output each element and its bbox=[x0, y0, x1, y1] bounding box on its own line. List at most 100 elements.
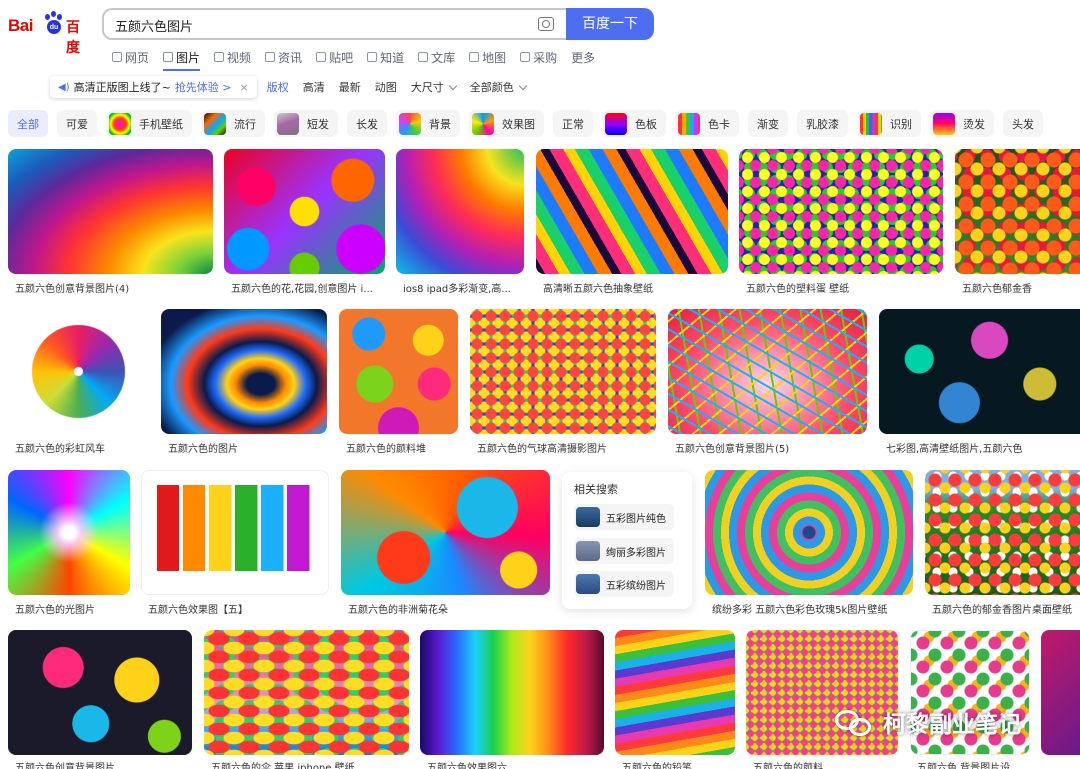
tag-label: 识别 bbox=[890, 117, 912, 131]
tab-label: 网页 bbox=[125, 50, 150, 65]
tag-short-hair[interactable]: 短发 bbox=[274, 110, 338, 137]
result-card[interactable]: 五颜六色的颜料堆 bbox=[339, 309, 458, 459]
tag-cute[interactable]: 可爱 bbox=[57, 110, 97, 137]
result-card[interactable]: 五颜六色的花,花园,创意图片 i... bbox=[224, 149, 385, 299]
tag-normal[interactable]: 正常 bbox=[553, 110, 593, 137]
result-card[interactable]: 五颜六色创意背景图片(5) bbox=[668, 309, 867, 459]
tag-gradient[interactable]: 渐变 bbox=[748, 110, 788, 137]
related-item[interactable]: 绚丽多彩图片 bbox=[574, 538, 674, 564]
result-card[interactable] bbox=[1041, 630, 1080, 769]
result-image[interactable] bbox=[8, 309, 149, 434]
notice-link[interactable]: 抢先体验 > bbox=[175, 79, 232, 95]
tab-news[interactable]: 资讯 bbox=[265, 47, 302, 67]
result-image[interactable] bbox=[204, 630, 409, 755]
filter-animated[interactable]: 动图 bbox=[375, 79, 397, 95]
result-card[interactable]: 五颜六色创意背景图片 bbox=[8, 630, 192, 769]
result-image[interactable] bbox=[879, 309, 1080, 434]
tab-web[interactable]: 网页 bbox=[112, 47, 149, 67]
tag-effect[interactable]: 效果图 bbox=[469, 110, 544, 137]
related-item[interactable]: 五彩缤纷图片 bbox=[574, 571, 674, 597]
result-card[interactable]: 五颜六色的光图片 bbox=[8, 470, 130, 620]
result-image[interactable] bbox=[339, 309, 458, 434]
tab-images[interactable]: 图片 bbox=[163, 47, 201, 71]
tag-background[interactable]: 背景 bbox=[396, 110, 460, 137]
tab-map[interactable]: 地图 bbox=[469, 47, 506, 67]
result-caption: 五颜六色 背景图片设 bbox=[917, 763, 1011, 769]
result-image[interactable] bbox=[420, 630, 604, 755]
result-image[interactable] bbox=[955, 149, 1080, 274]
result-image[interactable] bbox=[668, 309, 867, 434]
result-card[interactable]: 五颜六色的气球高清摄影图片 bbox=[470, 309, 656, 459]
filter-copyright[interactable]: 版权 bbox=[267, 79, 289, 95]
filter-latest[interactable]: 最新 bbox=[339, 79, 361, 95]
filter-color[interactable]: 全部颜色 bbox=[470, 79, 527, 95]
result-card[interactable]: 五颜六色效果图【五】 bbox=[141, 470, 329, 620]
tag-latex-paint[interactable]: 乳胶漆 bbox=[797, 110, 848, 137]
result-card[interactable]: 高清晰五颜六色抽象壁纸 bbox=[536, 149, 728, 299]
tag-color-card[interactable]: 色卡 bbox=[675, 110, 739, 137]
result-image[interactable] bbox=[341, 470, 550, 595]
result-card[interactable]: ios8 ipad多彩渐变,高... bbox=[396, 149, 524, 299]
tab-zhidao[interactable]: 知道 bbox=[367, 47, 404, 67]
result-image[interactable] bbox=[925, 470, 1080, 595]
tag-hair[interactable]: 头发 bbox=[1003, 110, 1043, 137]
result-card[interactable]: 五颜六色的伞 苹果 iphone 壁纸 bbox=[204, 630, 409, 769]
result-card[interactable]: 五颜六色的非洲菊花朵 bbox=[341, 470, 550, 620]
result-image[interactable] bbox=[141, 470, 329, 595]
result-image[interactable] bbox=[739, 149, 943, 274]
hd-notice[interactable]: ◀) 高清正版图上线了~ 抢先体验 > × bbox=[50, 76, 257, 98]
result-image[interactable] bbox=[8, 470, 130, 595]
purchase-icon bbox=[520, 52, 531, 62]
tag-thumbnail bbox=[277, 112, 299, 135]
related-thumbnail bbox=[576, 574, 600, 594]
search-button[interactable]: 百度一下 bbox=[566, 8, 654, 40]
result-card[interactable]: 五颜六色的郁金香图片桌面壁纸 bbox=[925, 470, 1080, 620]
result-card[interactable]: 五颜六色的铅笔 bbox=[615, 630, 735, 769]
result-caption: 缤纷多彩 五颜六色彩色玫瑰5k图片壁纸 bbox=[712, 605, 888, 616]
related-label: 五彩图片纯色 bbox=[606, 513, 666, 525]
related-label: 五彩缤纷图片 bbox=[606, 580, 666, 592]
tag-palette[interactable]: 色板 bbox=[602, 110, 666, 137]
baidu-logo[interactable]: Bai du 百度 bbox=[8, 8, 90, 56]
result-image[interactable] bbox=[8, 149, 213, 274]
related-item[interactable]: 五彩图片纯色 bbox=[574, 504, 674, 530]
result-image[interactable] bbox=[536, 149, 728, 274]
result-image[interactable] bbox=[396, 149, 524, 274]
result-card[interactable]: 五颜六色创意背景图片(4) bbox=[8, 149, 213, 299]
result-card[interactable]: 五颜六色郁金香 bbox=[955, 149, 1080, 299]
search-input[interactable]: 五颜六色图片 bbox=[102, 8, 568, 40]
search-query[interactable]: 五颜六色图片 bbox=[115, 16, 193, 35]
tag-long-hair[interactable]: 长发 bbox=[347, 110, 387, 137]
result-image[interactable] bbox=[705, 470, 913, 595]
result-card[interactable]: 缤纷多彩 五颜六色彩色玫瑰5k图片壁纸 bbox=[705, 470, 913, 620]
tab-purchase[interactable]: 采购 bbox=[520, 47, 557, 67]
result-image[interactable] bbox=[1041, 630, 1080, 755]
tab-tieba[interactable]: 贴吧 bbox=[316, 47, 353, 67]
tag-perm[interactable]: 烫发 bbox=[930, 110, 994, 137]
result-image[interactable] bbox=[470, 309, 656, 434]
paw-icon: du bbox=[44, 11, 64, 35]
close-icon[interactable]: × bbox=[240, 81, 249, 94]
result-card[interactable]: 五颜六色的图片 bbox=[161, 309, 327, 459]
result-card[interactable]: 七彩图,高清壁纸图片,五颜六色 bbox=[879, 309, 1080, 459]
filter-size[interactable]: 大尺寸 bbox=[411, 79, 457, 95]
tag-all[interactable]: 全部 bbox=[8, 110, 48, 137]
tab-video[interactable]: 视频 bbox=[214, 47, 251, 67]
tag-popular[interactable]: 流行 bbox=[201, 110, 265, 137]
result-image[interactable] bbox=[224, 149, 385, 274]
tag-recognize[interactable]: 识别 bbox=[857, 110, 921, 137]
result-card[interactable]: 五颜六色的塑料蛋 壁纸 bbox=[739, 149, 943, 299]
result-image[interactable] bbox=[8, 630, 192, 755]
tab-more[interactable]: 更多 bbox=[571, 47, 595, 67]
result-image[interactable] bbox=[615, 630, 735, 755]
camera-icon[interactable] bbox=[538, 17, 554, 31]
filter-hd[interactable]: 高清 bbox=[303, 79, 325, 95]
tab-wenku[interactable]: 文库 bbox=[418, 47, 455, 67]
tag-label: 正常 bbox=[562, 117, 584, 131]
search-icon bbox=[112, 52, 122, 62]
result-caption: 五颜六色创意背景图片 bbox=[15, 763, 115, 769]
result-card[interactable]: 五颜六色的彩虹风车 bbox=[8, 309, 149, 459]
result-image[interactable] bbox=[161, 309, 327, 434]
tag-phone-wallpaper[interactable]: 手机壁纸 bbox=[106, 110, 192, 137]
result-card[interactable]: 五颜六色效果图六 bbox=[420, 630, 604, 769]
